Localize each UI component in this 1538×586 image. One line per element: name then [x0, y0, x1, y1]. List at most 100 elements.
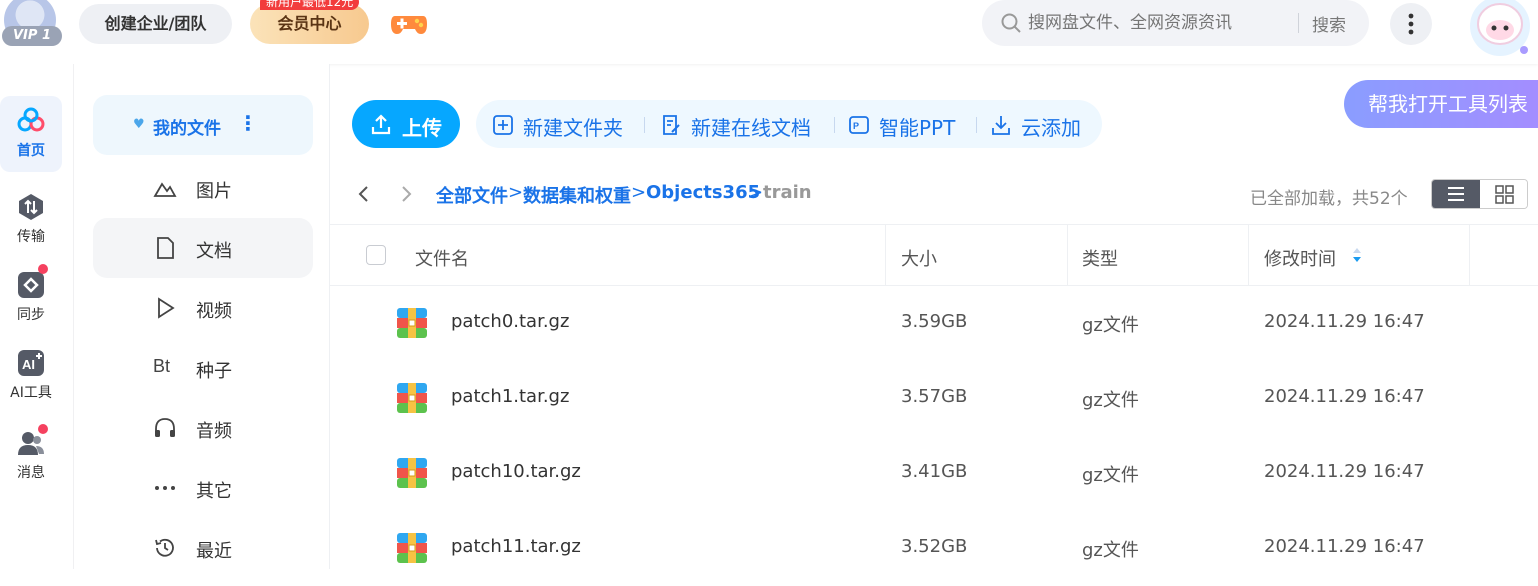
search-divider	[1298, 13, 1299, 33]
sidebar-item-label: 图片	[196, 181, 232, 202]
nav-label: AI工具	[10, 385, 52, 401]
archive-file-icon	[396, 307, 428, 339]
forward-arrow-icon[interactable]	[394, 182, 418, 206]
download-icon	[992, 116, 1010, 135]
column-divider	[1067, 225, 1068, 285]
file-name[interactable]: patch10.tar.gz	[451, 461, 581, 482]
breadcrumb-item[interactable]: 全部文件	[436, 182, 508, 208]
search-bar: 搜索	[982, 0, 1369, 46]
file-name[interactable]: patch11.tar.gz	[451, 536, 581, 557]
list-view-icon[interactable]	[1432, 180, 1480, 208]
online-doc-icon	[663, 115, 680, 135]
vip-center-button[interactable]: 会员中心	[250, 4, 369, 44]
table-row[interactable]: patch10.tar.gz 3.41GB gz文件 2024.11.29 16:47	[330, 436, 1538, 511]
select-all-checkbox[interactable]	[366, 245, 386, 265]
file-size: 3.41GB	[901, 461, 968, 482]
more-menu-button[interactable]	[1390, 3, 1432, 45]
sidebar-item-audio[interactable]: 音频	[93, 398, 313, 458]
file-count: 已全部加载，共52个	[1250, 189, 1408, 209]
upload-button[interactable]: 上传	[352, 100, 460, 148]
breadcrumb: 全部文件 > 数据集和权重 > Objects365 > train 已全部加载…	[330, 174, 1538, 214]
headphones-icon	[155, 418, 175, 437]
file-modified-time: 2024.11.29 16:47	[1264, 311, 1425, 332]
table-row[interactable]: patch11.tar.gz 3.52GB gz文件 2024.11.29 16:47	[330, 511, 1538, 586]
smart-ppt-label: 智能PPT	[879, 116, 956, 140]
more-options-icon[interactable]: ⋮	[238, 113, 258, 133]
file-name[interactable]: patch0.tar.gz	[451, 311, 569, 332]
create-team-button[interactable]: 创建企业/团队	[79, 4, 232, 44]
more-dots-icon	[155, 486, 175, 490]
recent-clock-icon	[155, 538, 174, 557]
video-icon	[158, 297, 175, 319]
file-category-sidebar: ♥ 我的文件 ⋮ 图片 文档 视频 Bt 种子 音频 其它 最近	[74, 64, 330, 569]
nav-transfer[interactable]: 传输	[0, 192, 62, 246]
breadcrumb-item[interactable]: Objects365	[646, 182, 760, 203]
nav-label: 首页	[17, 143, 45, 159]
breadcrumb-separator: >	[631, 182, 647, 203]
toolbar-separator	[834, 117, 835, 133]
cloud-add-label: 云添加	[1021, 116, 1081, 140]
vip-badge[interactable]: VIP 1	[2, 26, 62, 46]
vertical-dots-icon	[1408, 13, 1414, 35]
sidebar-item-videos[interactable]: 视频	[93, 278, 313, 338]
column-divider	[1248, 225, 1249, 285]
sidebar-item-documents[interactable]: 文档	[93, 218, 313, 278]
file-size: 3.52GB	[901, 536, 968, 557]
left-nav: 首页 传输 同步 AI AI工具 消息	[0, 64, 74, 569]
back-arrow-icon[interactable]	[352, 182, 376, 206]
breadcrumb-item[interactable]: 数据集和权重	[523, 182, 631, 208]
column-header-modified[interactable]: 修改时间	[1264, 245, 1336, 271]
breadcrumb-current: train	[763, 182, 812, 203]
file-name[interactable]: patch1.tar.gz	[451, 386, 569, 407]
column-header-type[interactable]: 类型	[1082, 245, 1118, 271]
search-input[interactable]	[1028, 8, 1288, 38]
new-folder-label: 新建文件夹	[523, 116, 623, 140]
grid-view-icon[interactable]	[1480, 180, 1528, 208]
column-header-size[interactable]: 大小	[901, 245, 937, 271]
sidebar-item-label: 音频	[196, 421, 232, 442]
assistant-mascot-icon[interactable]	[1462, 0, 1538, 58]
new-user-promo-tag: 新用户最低12元	[260, 0, 360, 10]
file-size: 3.57GB	[901, 386, 968, 407]
breadcrumb-separator: >	[748, 182, 764, 203]
column-divider	[885, 225, 886, 285]
svg-text:P: P	[853, 121, 859, 131]
sidebar-item-torrents[interactable]: Bt 种子	[93, 338, 313, 398]
table-row[interactable]: patch1.tar.gz 3.57GB gz文件 2024.11.29 16:47	[330, 361, 1538, 436]
column-header-name[interactable]: 文件名	[415, 245, 469, 271]
sidebar-item-label: 文档	[196, 241, 232, 262]
nav-messages[interactable]: 消息	[0, 428, 62, 482]
gamepad-icon[interactable]	[389, 8, 429, 38]
my-files-header[interactable]: ♥ 我的文件 ⋮	[93, 95, 313, 155]
nav-sync[interactable]: 同步	[0, 270, 62, 324]
heart-icon: ♥	[133, 117, 145, 132]
upload-label: 上传	[402, 116, 442, 140]
nav-label: 消息	[17, 465, 45, 481]
new-online-doc-label: 新建在线文档	[691, 116, 811, 140]
home-cloud-icon	[17, 107, 45, 132]
table-row[interactable]: patch0.tar.gz 3.59GB gz文件 2024.11.29 16:47	[330, 286, 1538, 361]
sidebar-item-other[interactable]: 其它	[93, 458, 313, 518]
view-toggle	[1431, 179, 1528, 209]
sort-icon[interactable]	[1351, 245, 1363, 265]
nav-ai-tools[interactable]: AI AI工具	[0, 348, 62, 402]
smart-ppt-icon: P	[849, 116, 869, 134]
document-icon	[157, 237, 174, 259]
upload-icon	[371, 114, 391, 135]
file-type: gz文件	[1082, 465, 1139, 486]
sidebar-item-recent[interactable]: 最近	[93, 518, 313, 578]
toolbar-separator	[644, 117, 645, 133]
search-button[interactable]: 搜索	[1312, 11, 1346, 36]
table-header: 文件名 大小 类型 修改时间	[330, 224, 1538, 286]
file-modified-time: 2024.11.29 16:47	[1264, 386, 1425, 407]
column-divider	[1469, 225, 1470, 285]
file-modified-time: 2024.11.29 16:47	[1264, 461, 1425, 482]
toolbar-separator	[976, 117, 977, 133]
file-type: gz文件	[1082, 540, 1139, 561]
new-folder-icon	[493, 115, 513, 135]
action-toolbar: 新建文件夹 新建在线文档 P 智能PPT 云添加	[476, 100, 1102, 148]
transfer-icon	[19, 194, 43, 220]
sidebar-item-images[interactable]: 图片	[93, 158, 313, 218]
nav-home[interactable]: 首页	[0, 96, 62, 172]
assistant-prompt-button[interactable]: 帮我打开工具列表	[1344, 80, 1538, 128]
